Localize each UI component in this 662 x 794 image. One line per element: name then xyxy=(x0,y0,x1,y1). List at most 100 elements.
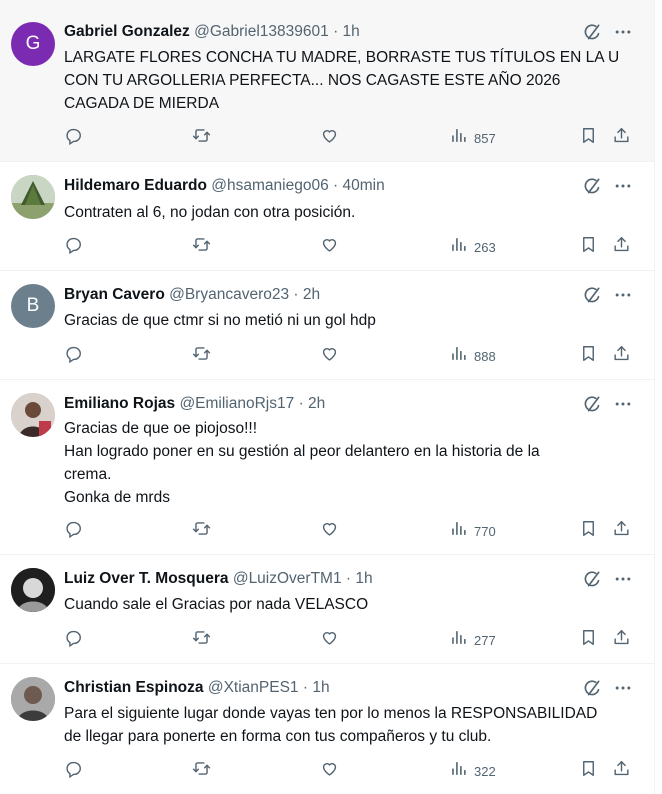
author-handle[interactable]: @hsamaniego06 xyxy=(211,177,328,194)
bookmark-icon xyxy=(579,126,598,150)
timestamp[interactable]: 1h xyxy=(312,679,329,696)
author-handle[interactable]: @Bryancavero23 xyxy=(169,286,289,303)
reply-button[interactable] xyxy=(64,519,83,543)
more-icon[interactable] xyxy=(612,175,634,197)
view-count: 277 xyxy=(474,632,496,648)
timestamp[interactable]: 2h xyxy=(303,286,320,303)
more-icon[interactable] xyxy=(612,677,634,699)
bookmark-button[interactable] xyxy=(579,519,598,543)
bookmark-button[interactable] xyxy=(579,126,598,150)
author-handle[interactable]: @XtianPES1 xyxy=(208,679,299,696)
views-button[interactable]: 770 xyxy=(449,519,496,543)
share-icon xyxy=(612,344,631,368)
timestamp[interactable]: 1h xyxy=(343,23,360,40)
timestamp[interactable]: 40min xyxy=(343,177,385,194)
reply-feed: G Gabriel Gonzalez @Gabriel13839601 · 1h… xyxy=(0,0,655,794)
avatar-photo xyxy=(11,568,55,612)
more-icon[interactable] xyxy=(612,568,634,590)
like-button[interactable] xyxy=(320,628,339,652)
timestamp[interactable]: 1h xyxy=(355,570,372,587)
reply-button[interactable] xyxy=(64,126,83,150)
retweet-button[interactable] xyxy=(192,235,211,259)
action-bar: 263 xyxy=(62,235,640,259)
share-button[interactable] xyxy=(612,519,631,543)
avatar[interactable]: B xyxy=(11,284,55,328)
tweet-header: Gabriel Gonzalez @Gabriel13839601 · 1h xyxy=(64,22,574,42)
tweet[interactable]: Luiz Over T. Mosquera @LuizOverTM1 · 1h … xyxy=(0,555,654,664)
more-icon[interactable] xyxy=(612,21,634,43)
action-bar: 277 xyxy=(62,628,640,652)
like-button[interactable] xyxy=(320,344,339,368)
like-button[interactable] xyxy=(320,126,339,150)
share-button[interactable] xyxy=(612,126,631,150)
views-button[interactable]: 857 xyxy=(449,126,496,150)
avatar[interactable] xyxy=(11,677,55,721)
reply-icon xyxy=(64,759,83,783)
like-icon xyxy=(320,759,339,783)
avatar[interactable] xyxy=(11,175,55,219)
share-button[interactable] xyxy=(612,628,631,652)
more-icon[interactable] xyxy=(612,393,634,415)
tweet[interactable]: G Gabriel Gonzalez @Gabriel13839601 · 1h… xyxy=(0,0,654,162)
grok-icon[interactable] xyxy=(581,284,603,306)
share-button[interactable] xyxy=(612,344,631,368)
like-icon xyxy=(320,126,339,150)
avatar[interactable]: G xyxy=(11,22,55,66)
author-name[interactable]: Bryan Cavero xyxy=(64,286,165,303)
grok-icon[interactable] xyxy=(581,393,603,415)
author-name[interactable]: Christian Espinoza xyxy=(64,679,204,696)
share-icon xyxy=(612,628,631,652)
reply-button[interactable] xyxy=(64,344,83,368)
reply-button[interactable] xyxy=(64,759,83,783)
avatar[interactable] xyxy=(11,568,55,612)
bookmark-button[interactable] xyxy=(579,344,598,368)
grok-icon[interactable] xyxy=(581,677,603,699)
retweet-button[interactable] xyxy=(192,126,211,150)
share-button[interactable] xyxy=(612,235,631,259)
reply-icon xyxy=(64,628,83,652)
bookmark-button[interactable] xyxy=(579,628,598,652)
tweet[interactable]: Emiliano Rojas @EmilianoRjs17 · 2h Graci… xyxy=(0,380,654,555)
like-button[interactable] xyxy=(320,519,339,543)
grok-icon[interactable] xyxy=(581,21,603,43)
more-icon[interactable] xyxy=(612,284,634,306)
timestamp[interactable]: 2h xyxy=(308,395,325,412)
grok-icon[interactable] xyxy=(581,568,603,590)
bookmark-button[interactable] xyxy=(579,235,598,259)
author-handle[interactable]: @EmilianoRjs17 xyxy=(179,395,294,412)
tweet-text-line: Gracias de que oe piojoso!!! xyxy=(64,420,258,437)
author-name[interactable]: Luiz Over T. Mosquera xyxy=(64,570,229,587)
views-button[interactable]: 277 xyxy=(449,628,496,652)
retweet-button[interactable] xyxy=(192,759,211,783)
bookmark-icon xyxy=(579,628,598,652)
tweet[interactable]: B Bryan Cavero @Bryancavero23 · 2h Graci… xyxy=(0,271,654,380)
views-button[interactable]: 322 xyxy=(449,759,496,783)
tweet-text-line: de llegar para ponerte en forma con tus … xyxy=(64,728,492,745)
tweet[interactable]: Christian Espinoza @XtianPES1 · 1h Para … xyxy=(0,664,654,794)
author-name[interactable]: Hildemaro Eduardo xyxy=(64,177,207,194)
retweet-button[interactable] xyxy=(192,344,211,368)
like-button[interactable] xyxy=(320,759,339,783)
views-button[interactable]: 888 xyxy=(449,344,496,368)
tweet[interactable]: Hildemaro Eduardo @hsamaniego06 · 40min … xyxy=(0,162,654,271)
grok-icon[interactable] xyxy=(581,175,603,197)
like-button[interactable] xyxy=(320,235,339,259)
view-count: 888 xyxy=(474,348,496,364)
retweet-button[interactable] xyxy=(192,628,211,652)
view-count: 770 xyxy=(474,523,496,539)
tweet-header: Hildemaro Eduardo @hsamaniego06 · 40min xyxy=(64,176,574,196)
reply-button[interactable] xyxy=(64,628,83,652)
author-handle[interactable]: @Gabriel13839601 xyxy=(194,23,329,40)
author-name[interactable]: Emiliano Rojas xyxy=(64,395,175,412)
views-button[interactable]: 263 xyxy=(449,235,496,259)
share-icon xyxy=(612,235,631,259)
author-name[interactable]: Gabriel Gonzalez xyxy=(64,23,190,40)
reply-button[interactable] xyxy=(64,235,83,259)
retweet-button[interactable] xyxy=(192,519,211,543)
tweet-text-line: crema. xyxy=(64,466,112,483)
retweet-icon xyxy=(192,344,211,368)
avatar[interactable] xyxy=(11,393,55,437)
bookmark-button[interactable] xyxy=(579,759,598,783)
author-handle[interactable]: @LuizOverTM1 xyxy=(233,570,342,587)
share-button[interactable] xyxy=(612,759,631,783)
